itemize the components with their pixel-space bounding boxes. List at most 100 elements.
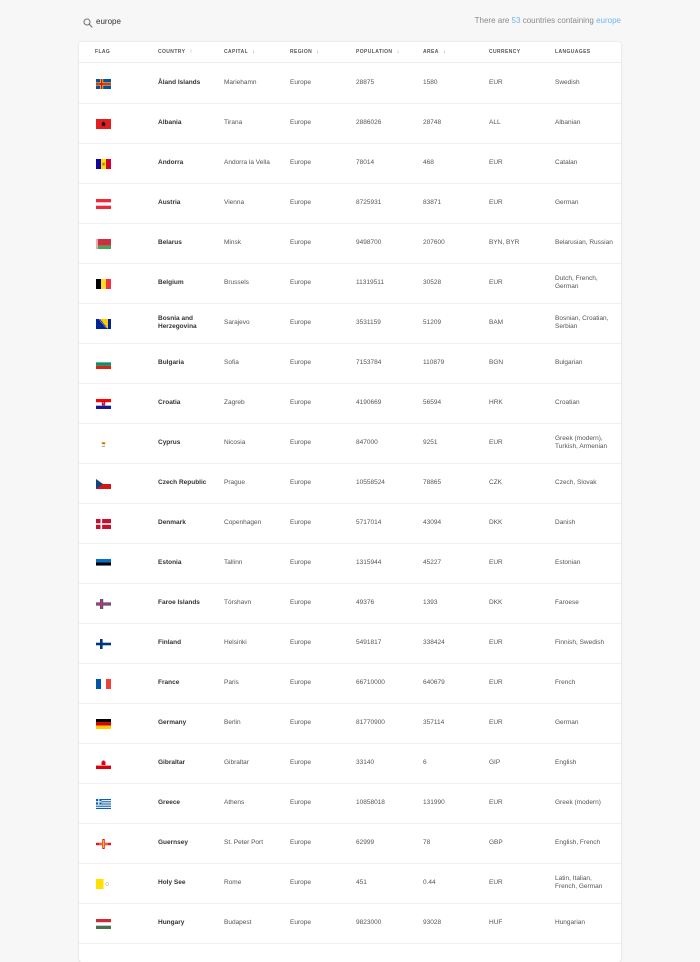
country-cell: Estonia — [158, 559, 182, 566]
germany-flag-icon — [96, 719, 111, 729]
capital-cell: Minsk — [224, 239, 241, 246]
capital-cell: Tirana — [224, 119, 243, 126]
population-cell: 9823000 — [356, 919, 382, 926]
header-area[interactable]: AREA ↓ — [423, 49, 446, 55]
austria-flag-icon — [96, 199, 111, 209]
table-row[interactable]: Cyprus Nicosia Europe 847000 9251 EUR Greek (m… — [79, 423, 621, 464]
population-cell: 10558524 — [356, 479, 385, 486]
currency-cell: EUR — [489, 159, 503, 166]
table-row[interactable]: Belgium Brussels Europe 11319511 30528 EUR Dut… — [79, 263, 621, 304]
area-cell: 56594 — [423, 399, 442, 406]
header-currency: CURRENCY — [489, 49, 521, 55]
population-cell: 66710000 — [356, 679, 385, 686]
table-row[interactable]: Albania Tirana Europe 2886026 28748 ALL Albani… — [79, 103, 621, 144]
region-cell: Europe — [290, 799, 311, 806]
albania-flag-icon — [96, 119, 111, 129]
table-row[interactable]: Bosnia and Herzegovina Sarajevo Europe 3531… — [79, 303, 621, 344]
table-row[interactable]: Faroe Islands Tórshavn Europe 49376 1393 DKK F… — [79, 583, 621, 624]
table-row[interactable]: Greece Athens Europe 10858018 131990 EUR Greek… — [79, 783, 621, 824]
belarus-flag-icon — [96, 239, 111, 249]
hungary-flag-icon — [96, 919, 111, 929]
table-row[interactable]: Andorra Andorra la Vella Europe 78014 468 EUR… — [79, 143, 621, 184]
bosnia-flag-icon — [96, 319, 111, 329]
table-row[interactable]: Belarus Minsk Europe 9498700 207600 BYN, BYR B… — [79, 223, 621, 264]
table-row[interactable]: Finland Helsinki Europe 5491817 338424 EUR Fin… — [79, 623, 621, 664]
table-row[interactable]: Bulgaria Sofia Europe 7153784 110879 BGN Bulga… — [79, 343, 621, 384]
languages-cell: Hungarian — [555, 919, 585, 926]
country-cell: Hungary — [158, 919, 185, 926]
region-cell: Europe — [290, 439, 311, 446]
table-row[interactable]: Austria Vienna Europe 8725931 83871 EUR German — [79, 183, 621, 224]
sort-descending-icon[interactable]: ↓ — [443, 49, 446, 55]
summary-prefix: There are — [474, 16, 510, 25]
capital-cell: Zagreb — [224, 399, 245, 406]
sort-descending-icon[interactable]: ↓ — [252, 49, 255, 55]
area-cell: 6 — [423, 759, 427, 766]
country-cell: Finland — [158, 639, 182, 646]
languages-cell: Swedish — [555, 79, 580, 86]
country-cell: Faroe Islands — [158, 599, 200, 606]
area-cell: 28748 — [423, 119, 442, 126]
area-cell: 468 — [423, 159, 434, 166]
capital-cell: Sarajevo — [224, 319, 250, 326]
table-row[interactable]: Hungary Budapest Europe 9823000 93028 HUF Hung… — [79, 903, 621, 944]
country-cell: Holy See — [158, 879, 186, 886]
currency-cell: CZK — [489, 479, 502, 486]
languages-cell: Bosnian, Croatian, Serbian — [555, 315, 609, 330]
search-bar: There are 53 countries containing europe — [0, 0, 700, 40]
country-cell: Belgium — [158, 279, 184, 286]
area-cell: 207600 — [423, 239, 445, 246]
capital-cell: Mariehamn — [224, 79, 257, 86]
population-cell: 5717014 — [356, 519, 382, 526]
currency-cell: EUR — [489, 879, 503, 886]
population-cell: 451 — [356, 879, 367, 886]
sort-descending-icon[interactable]: ↓ — [396, 49, 399, 55]
country-cell: Greece — [158, 799, 181, 806]
search-input[interactable] — [96, 13, 296, 29]
area-cell: 0.44 — [423, 879, 436, 886]
languages-cell: English, French — [555, 839, 601, 846]
country-cell: Czech Republic — [158, 479, 207, 486]
currency-cell: BGN — [489, 359, 504, 366]
search-icon[interactable] — [83, 15, 93, 28]
aland-flag-icon — [96, 79, 111, 89]
currency-cell: EUR — [489, 199, 503, 206]
region-cell: Europe — [290, 119, 311, 126]
table-row[interactable]: Germany Berlin Europe 81770900 357114 EUR Germ… — [79, 703, 621, 744]
table-header: FLAG COUNTRY ↑ CAPITAL ↓ REGION ↓ POPULATIO… — [79, 42, 621, 63]
header-region[interactable]: REGION ↓ — [290, 49, 320, 55]
population-cell: 1315944 — [356, 559, 382, 566]
population-cell: 5491817 — [356, 639, 382, 646]
table-row[interactable]: Estonia Tallinn Europe 1315944 45227 EUR Eston… — [79, 543, 621, 584]
area-cell: 110879 — [423, 359, 445, 366]
greece-flag-icon — [96, 799, 111, 809]
sort-ascending-icon[interactable]: ↑ — [189, 49, 192, 55]
table-row[interactable]: Denmark Copenhagen Europe 5717014 43094 DKK Da… — [79, 503, 621, 544]
table-row[interactable]: Guernsey St. Peter Port Europe 62999 78 GBP En… — [79, 823, 621, 864]
population-cell: 4190669 — [356, 399, 382, 406]
currency-cell: GBP — [489, 839, 503, 846]
table-row[interactable]: Holy See Rome Europe 451 0.44 EUR Latin, Itali… — [79, 863, 621, 904]
table-row[interactable]: Gibraltar Gibraltar Europe 33140 6 GIP English — [79, 743, 621, 784]
capital-cell: Sofia — [224, 359, 239, 366]
region-cell: Europe — [290, 559, 311, 566]
countries-table: FLAG COUNTRY ↑ CAPITAL ↓ REGION ↓ POPULATIO… — [79, 42, 621, 962]
estonia-flag-icon — [96, 559, 111, 569]
cyprus-flag-icon — [96, 439, 111, 449]
header-flag: FLAG — [95, 49, 111, 55]
table-row[interactable]: Åland Islands Mariehamn Europe 28875 1580 EUR… — [79, 63, 621, 104]
country-cell: France — [158, 679, 180, 686]
population-cell: 49376 — [356, 599, 375, 606]
header-capital[interactable]: CAPITAL ↓ — [224, 49, 256, 55]
sort-descending-icon[interactable]: ↓ — [316, 49, 319, 55]
table-row[interactable]: France Paris Europe 66710000 640679 EUR French — [79, 663, 621, 704]
table-row[interactable]: Czech Republic Prague Europe 10558524 78865 C… — [79, 463, 621, 504]
search-term: europe — [596, 16, 621, 25]
population-cell: 9498700 — [356, 239, 382, 246]
table-row[interactable]: Croatia Zagreb Europe 4190669 56594 HRK Croati… — [79, 383, 621, 424]
header-population[interactable]: POPULATION ↓ — [356, 49, 400, 55]
capital-cell: Budapest — [224, 919, 252, 926]
area-cell: 78 — [423, 839, 431, 846]
country-cell: Guernsey — [158, 839, 188, 846]
header-country[interactable]: COUNTRY ↑ — [158, 49, 193, 55]
